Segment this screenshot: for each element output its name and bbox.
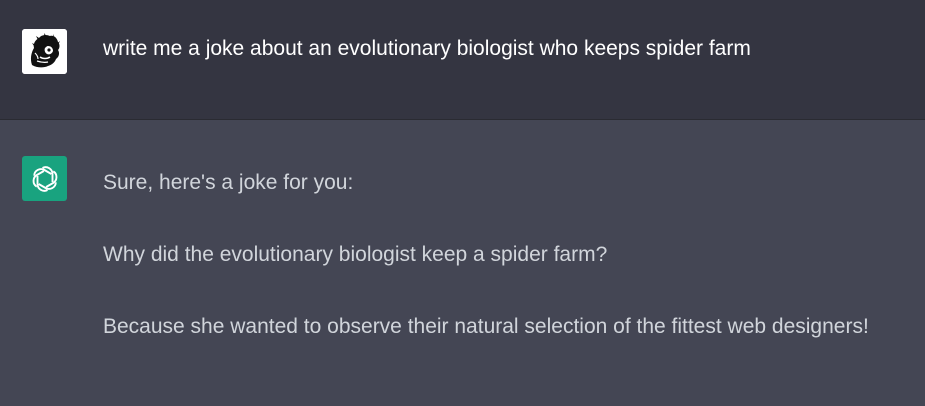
assistant-paragraph: Because she wanted to observe their natu… — [103, 315, 869, 338]
assistant-message-text: Sure, here's a joke for you: Why did the… — [103, 164, 885, 346]
openai-logo-icon — [22, 156, 67, 201]
assistant-message-row: Sure, here's a joke for you: Why did the… — [0, 120, 925, 406]
user-message-text: write me a joke about an evolutionary bi… — [103, 37, 751, 60]
user-message-row: write me a joke about an evolutionary bi… — [0, 0, 925, 120]
assistant-paragraph: Sure, here's a joke for you: — [103, 171, 354, 194]
assistant-paragraph: Why did the evolutionary biologist keep … — [103, 243, 608, 266]
user-avatar-icon — [22, 29, 67, 74]
